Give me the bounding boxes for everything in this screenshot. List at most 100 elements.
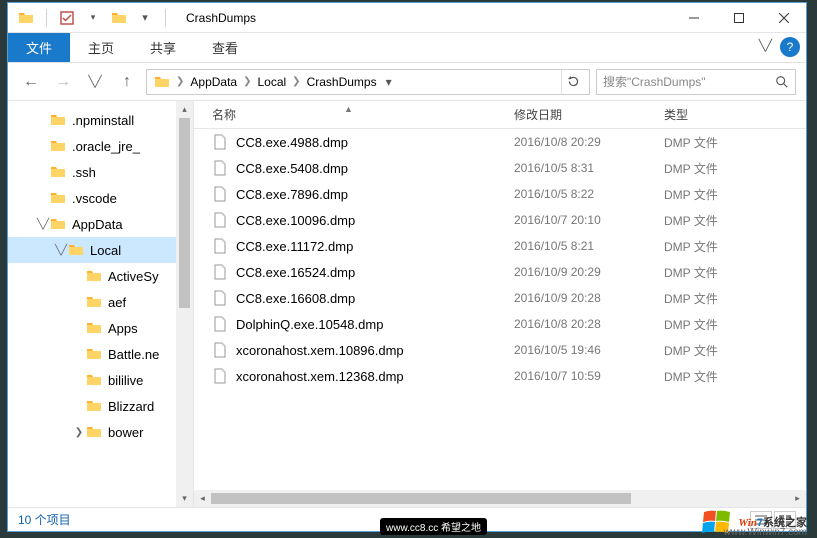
chevron-right-icon[interactable]: ❯ [173, 76, 187, 87]
maximize-button[interactable] [716, 3, 761, 32]
file-row[interactable]: CC8.exe.10096.dmp2016/10/7 20:10DMP 文件 [194, 207, 806, 233]
breadcrumb[interactable]: Local [254, 75, 289, 89]
chevron-right-icon[interactable]: ❯ [72, 427, 86, 438]
breadcrumb[interactable]: CrashDumps [304, 75, 380, 89]
properties-icon[interactable] [57, 8, 77, 28]
address-box[interactable]: ❯ AppData ❯ Local ❯ CrashDumps ▾ [146, 69, 590, 95]
file-row[interactable]: CC8.exe.16524.dmp2016/10/9 20:29DMP 文件 [194, 259, 806, 285]
tree-item-label: AppData [72, 217, 123, 232]
file-row[interactable]: CC8.exe.5408.dmp2016/10/5 8:31DMP 文件 [194, 155, 806, 181]
close-button[interactable] [761, 3, 806, 32]
tab-share[interactable]: 共享 [132, 33, 194, 62]
source-badge: www.cc8.cc 希望之地 [380, 518, 487, 535]
tree-item-label: aef [108, 295, 126, 310]
file-row[interactable]: CC8.exe.11172.dmp2016/10/5 8:21DMP 文件 [194, 233, 806, 259]
ribbon-expand-icon[interactable]: ╲╱ [759, 39, 772, 52]
file-row[interactable]: CC8.exe.7896.dmp2016/10/5 8:22DMP 文件 [194, 181, 806, 207]
file-row[interactable]: DolphinQ.exe.10548.dmp 2016/10/8 20:28DMP… [194, 311, 806, 337]
file-type: DMP 文件 [664, 316, 806, 333]
qat-overflow-icon[interactable]: ▾ [135, 8, 155, 28]
tree-item[interactable]: Battle.ne [8, 341, 193, 367]
tree-item[interactable]: Blizzard [8, 393, 193, 419]
file-date: 2016/10/7 20:10 [514, 213, 664, 227]
refresh-icon[interactable] [561, 70, 585, 94]
tree-item-label: .vscode [72, 191, 117, 206]
chevron-right-icon[interactable]: ❯ [289, 76, 303, 87]
tree-item[interactable]: .oracle_jre_ [8, 133, 193, 159]
scroll-thumb[interactable] [211, 493, 631, 504]
file-date: 2016/10/7 10:59 [514, 369, 664, 383]
tree-item-label: bower [108, 425, 143, 440]
file-type: DMP 文件 [664, 238, 806, 255]
file-date: 2016/10/5 8:31 [514, 161, 664, 175]
breadcrumb[interactable]: AppData [187, 75, 240, 89]
vertical-scrollbar[interactable]: ▴▾ [176, 101, 193, 507]
watermark-url: www.Winwin7.com [724, 527, 807, 538]
file-type: DMP 文件 [664, 342, 806, 359]
search-placeholder: 搜索"CrashDumps" [603, 73, 706, 90]
scroll-left-icon[interactable]: ◂ [194, 493, 211, 504]
file-type: DMP 文件 [664, 212, 806, 229]
tree-item[interactable]: Apps [8, 315, 193, 341]
column-type[interactable]: 类型 [664, 106, 806, 123]
column-name-label: 名称 [212, 108, 236, 122]
chevron-down-icon[interactable]: ╲╱ [54, 245, 68, 256]
file-name: CC8.exe.16524.dmp [236, 265, 355, 280]
tree-item-label: .ssh [72, 165, 96, 180]
tab-file[interactable]: 文件 [8, 33, 70, 62]
search-input[interactable]: 搜索"CrashDumps" [596, 69, 796, 95]
minimize-button[interactable] [671, 3, 716, 32]
nav-forward-button[interactable]: → [50, 69, 76, 95]
tree-item[interactable]: ╲╱ AppData [8, 211, 193, 237]
help-icon[interactable]: ? [780, 37, 800, 57]
tree-item[interactable]: ❯ bower [8, 419, 193, 445]
nav-up-button[interactable]: ↑ [114, 69, 140, 95]
tree-item[interactable]: ╲╱Local [8, 237, 193, 263]
nav-tree[interactable]: .npminstall .oracle_jre_ .ssh .vscode ╲╱ AppD… [8, 101, 194, 507]
file-name: xcoronahost.xem.12368.dmp [236, 369, 404, 384]
tree-item[interactable]: ActiveSy [8, 263, 193, 289]
file-type: DMP 文件 [664, 186, 806, 203]
file-type: DMP 文件 [664, 160, 806, 177]
nav-back-button[interactable]: ← [18, 69, 44, 95]
nav-recent-dropdown[interactable]: ╲╱ [82, 69, 108, 95]
file-row[interactable]: CC8.exe.4988.dmp2016/10/8 20:29DMP 文件 [194, 129, 806, 155]
breadcrumb-root[interactable] [151, 74, 173, 90]
watermark: Win7系统之家 www.Winwin7.com [702, 508, 807, 536]
horizontal-scrollbar[interactable]: ◂ ▸ [194, 490, 806, 507]
file-row[interactable]: CC8.exe.16608.dmp2016/10/9 20:28DMP 文件 [194, 285, 806, 311]
content-area: .npminstall .oracle_jre_ .ssh .vscode ╲╱ AppD… [8, 101, 806, 507]
tab-view[interactable]: 查看 [194, 33, 256, 62]
qat-dropdown-icon[interactable]: ▾ [83, 8, 103, 28]
address-bar: ← → ╲╱ ↑ ❯ AppData ❯ Local ❯ CrashDumps … [8, 63, 806, 101]
file-name: CC8.exe.4988.dmp [236, 135, 348, 150]
chevron-right-icon[interactable]: ❯ [240, 76, 254, 87]
tree-item-label: ActiveSy [108, 269, 159, 284]
column-name[interactable]: 名称 ▲ [194, 106, 514, 123]
tree-item[interactable]: aef [8, 289, 193, 315]
tree-item[interactable]: bililive [8, 367, 193, 393]
tree-item[interactable]: .vscode [8, 185, 193, 211]
ribbon: 文件 主页 共享 查看 ╲╱ ? [8, 33, 806, 63]
scroll-up-icon[interactable]: ▴ [176, 101, 193, 118]
file-row[interactable]: xcoronahost.xem.10896.dmp2016/10/5 19:46… [194, 337, 806, 363]
tab-home[interactable]: 主页 [70, 33, 132, 62]
column-date[interactable]: 修改日期 [514, 106, 664, 123]
address-dropdown-icon[interactable]: ▾ [380, 75, 398, 89]
file-name: DolphinQ.exe.10548.dmp [236, 317, 383, 332]
scroll-down-icon[interactable]: ▾ [176, 490, 193, 507]
tree-item-label: .npminstall [72, 113, 134, 128]
file-type: DMP 文件 [664, 134, 806, 151]
scroll-right-icon[interactable]: ▸ [789, 493, 806, 504]
tree-item-label: Blizzard [108, 399, 154, 414]
file-date: 2016/10/8 20:28 [514, 317, 664, 331]
file-row[interactable]: xcoronahost.xem.12368.dmp 2016/10/7 10:59… [194, 363, 806, 389]
quick-access-toolbar: ▾ ▾ [8, 8, 178, 28]
tree-item[interactable]: .npminstall [8, 107, 193, 133]
folder-icon [16, 8, 36, 28]
tree-item[interactable]: .ssh [8, 159, 193, 185]
scroll-thumb[interactable] [179, 118, 190, 308]
chevron-down-icon[interactable]: ╲╱ [36, 219, 50, 230]
search-icon[interactable] [775, 75, 789, 89]
item-count: 10 个项目 [18, 511, 71, 528]
